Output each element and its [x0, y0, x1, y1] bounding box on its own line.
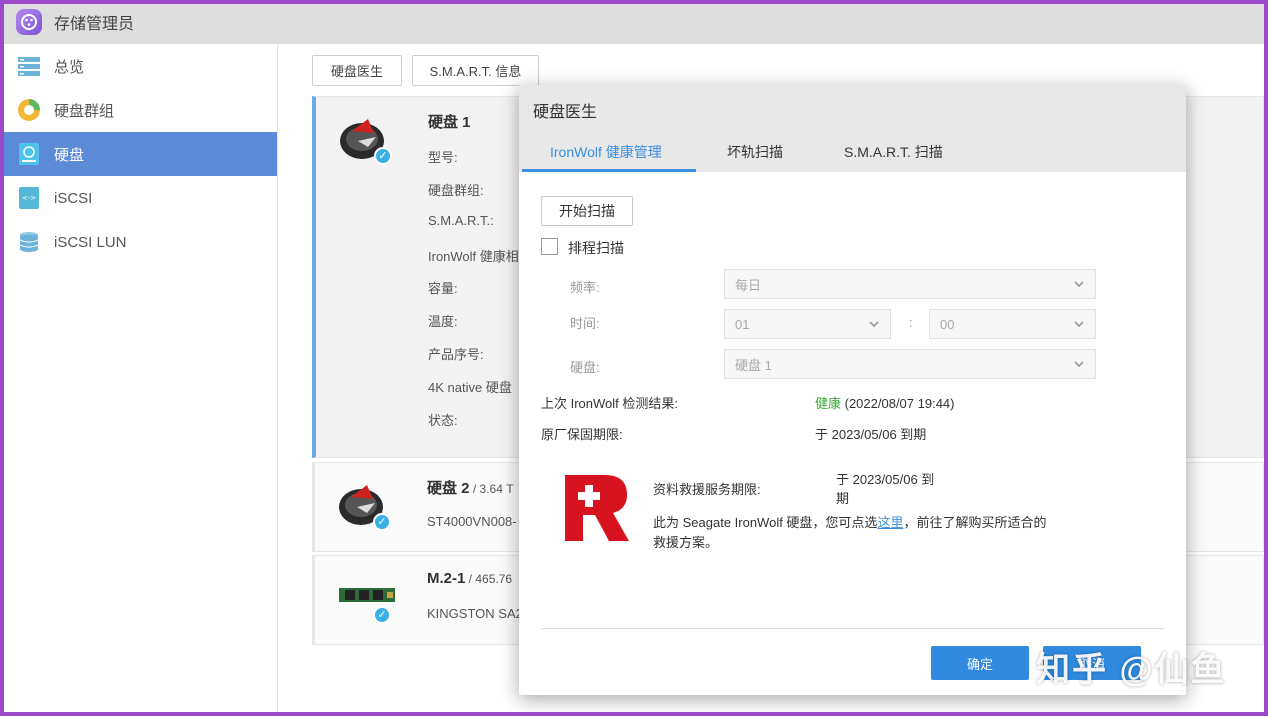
tab-bad-sector-scan[interactable]: 坏轨扫描	[727, 142, 783, 162]
field-serial-label: 产品序号:	[428, 347, 484, 362]
svg-text:<->: <->	[22, 194, 36, 202]
time-separator: :	[909, 315, 913, 330]
schedule-scan-label: 排程扫描	[568, 240, 624, 256]
m2-ssd-icon	[337, 574, 397, 634]
warranty-label: 原厂保固期限:	[541, 427, 623, 442]
title-bar: 存储管理员	[0, 0, 1268, 44]
rescue-service-value-line2: 期	[836, 491, 850, 506]
last-result-label: 上次 IronWolf 检测结果:	[541, 396, 679, 411]
field-capacity-label: 容量:	[428, 281, 458, 296]
sidebar-item-iscsi[interactable]: <-> iSCSI	[4, 176, 277, 220]
field-temperature-label: 温度:	[428, 314, 458, 329]
check-icon: ✓	[374, 147, 392, 165]
rescue-service-label: 资料救援服务期限:	[653, 482, 761, 497]
sidebar-item-disk-group[interactable]: 硬盘群组	[4, 88, 277, 132]
ok-button[interactable]: 确定	[931, 646, 1029, 680]
disk-doctor-dialog: 硬盘医生 IronWolf 健康管理 坏轨扫描 S.M.A.R.T. 扫描 开始…	[519, 85, 1186, 695]
dialog-header: 硬盘医生 IronWolf 健康管理 坏轨扫描 S.M.A.R.T. 扫描	[519, 85, 1186, 172]
frequency-value: 每日	[735, 277, 762, 293]
tab-ironwolf-health[interactable]: IronWolf 健康管理	[550, 142, 662, 162]
field-model-label: 型号:	[428, 150, 458, 165]
rescue-logo-icon	[565, 475, 629, 541]
rescue-link[interactable]: 这里	[877, 515, 903, 530]
field-group-label: 硬盘群组:	[428, 183, 484, 198]
disk-icon	[16, 141, 42, 167]
sidebar-item-label: 硬盘	[54, 146, 85, 164]
sidebar-item-label: iSCSI	[54, 189, 93, 207]
disk-2-model: ST4000VN008-	[427, 514, 517, 529]
iscsi-icon: <->	[16, 185, 42, 211]
disk-label: 硬盘:	[570, 360, 600, 375]
dialog-title: 硬盘医生	[533, 104, 598, 121]
sidebar-item-iscsi-lun[interactable]: iSCSI LUN	[4, 220, 277, 264]
start-scan-button[interactable]: 开始扫描	[541, 196, 633, 226]
last-result-value: 健康 (2022/08/07 19:44)	[815, 393, 955, 412]
field-ironwolf-label: IronWolf 健康相	[428, 249, 519, 264]
m2-title: M.2-1 / 465.76	[427, 570, 513, 587]
disk-value: 硬盘 1	[735, 357, 772, 373]
chevron-down-icon	[869, 321, 879, 328]
field-smart-label: S.M.A.R.T.:	[428, 213, 494, 228]
hour-value: 01	[735, 316, 750, 332]
last-result-date: (2022/08/07 19:44)	[841, 396, 955, 411]
chevron-down-icon	[1074, 321, 1084, 328]
rescue-service-value-line1: 于 2023/05/06 到	[836, 472, 935, 487]
minute-value: 00	[940, 316, 955, 332]
chevron-down-icon	[1074, 281, 1084, 288]
dialog-divider	[541, 628, 1164, 629]
iscsi-lun-icon	[16, 229, 42, 255]
sidebar: 总览 硬盘群组 硬盘 <-> iSCSI iSCSI LUN	[4, 44, 278, 712]
sidebar-item-label: iSCSI LUN	[54, 233, 127, 251]
disk-2-title: 硬盘 2 / 3.64 T	[427, 480, 514, 497]
hour-select[interactable]: 01	[724, 309, 891, 339]
app-title: 存储管理员	[54, 16, 135, 33]
health-status: 健康	[815, 396, 842, 411]
tab-smart-scan[interactable]: S.M.A.R.T. 扫描	[844, 142, 943, 162]
sidebar-item-overview[interactable]: 总览	[4, 44, 277, 88]
disk-doctor-button[interactable]: 硬盘医生	[312, 55, 402, 86]
m2-model: KINGSTON SA2	[427, 606, 523, 621]
disk-select[interactable]: 硬盘 1	[724, 349, 1096, 379]
rescue-description: 此为 Seagate IronWolf 硬盘，您可点选这里，前往了解购买所适合的	[653, 515, 1047, 530]
disk-1-title: 硬盘 1	[428, 114, 471, 131]
active-tab-indicator	[522, 169, 696, 172]
sidebar-item-label: 硬盘群组	[54, 102, 115, 120]
check-icon: ✓	[373, 513, 391, 531]
minute-select[interactable]: 00	[929, 309, 1096, 339]
rescue-description-line2: 救援方案。	[653, 535, 719, 550]
field-status-label: 状态:	[428, 413, 458, 428]
warranty-value: 于 2023/05/06 到期	[815, 427, 927, 442]
smart-info-button[interactable]: S.M.A.R.T. 信息	[412, 55, 539, 86]
schedule-scan-checkbox[interactable]	[541, 238, 558, 255]
chevron-down-icon	[1074, 361, 1084, 368]
sidebar-item-disk[interactable]: 硬盘	[4, 132, 277, 176]
frequency-label: 频率:	[570, 280, 600, 295]
time-label: 时间:	[570, 316, 600, 331]
check-icon: ✓	[373, 606, 391, 624]
overview-icon	[16, 53, 42, 79]
disk-group-icon	[16, 97, 42, 123]
field-4k-native-label: 4K native 硬盘	[428, 380, 512, 395]
frequency-select[interactable]: 每日	[724, 269, 1096, 299]
zhihu-watermark: 知乎 @仙鱼	[1036, 651, 1227, 689]
storage-manager-icon	[16, 9, 42, 35]
sidebar-item-label: 总览	[54, 58, 85, 76]
